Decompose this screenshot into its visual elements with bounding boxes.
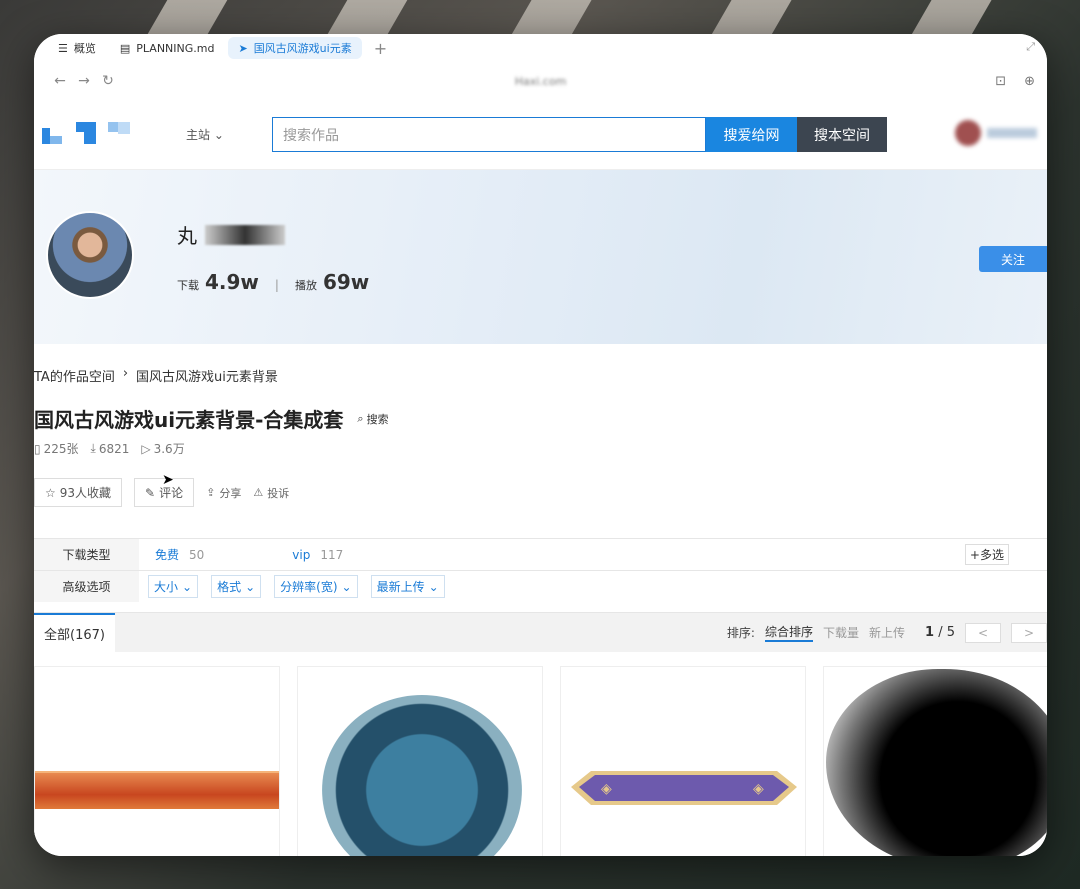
banner-bar-image xyxy=(35,771,279,809)
round-frame-image xyxy=(322,695,522,856)
search-site-button[interactable]: 搜爱给网 xyxy=(706,117,797,152)
profile-stats: 下载 4.9w | 播放 69w xyxy=(177,270,370,294)
screenshot-icon[interactable]: ⊡ xyxy=(995,74,1006,89)
asset-card[interactable] xyxy=(34,666,280,856)
download-icon: ⤓ xyxy=(90,441,96,455)
tab-all[interactable]: 全部(167) xyxy=(34,612,115,653)
search-icon: ⌕ xyxy=(357,411,364,425)
sort-comprehensive[interactable]: 综合排序 xyxy=(764,623,813,642)
prev-page-button[interactable]: < xyxy=(965,622,1001,643)
expand-icon[interactable]: ⤢ xyxy=(1026,40,1035,54)
forward-icon[interactable]: → xyxy=(72,73,96,89)
asset-card[interactable]: ◈ ◈ xyxy=(560,666,806,856)
asset-card[interactable] xyxy=(297,666,543,856)
purple-plaque-image: ◈ ◈ xyxy=(571,771,797,805)
search-link[interactable]: ⌕ 搜索 xyxy=(357,411,388,427)
mouse-cursor-icon: ➤ xyxy=(162,472,174,488)
search-bar: 搜索作品 搜爱给网 搜本空间 xyxy=(272,117,887,152)
new-tab-button[interactable]: + xyxy=(374,39,387,58)
filter-vip[interactable]: vip xyxy=(292,548,310,562)
report-button[interactable]: ⚠ 投诉 xyxy=(253,485,289,501)
user-menu[interactable] xyxy=(955,120,1037,146)
next-page-button[interactable]: > xyxy=(1011,622,1047,643)
svg-text:◈: ◈ xyxy=(601,781,612,797)
sort-bar: 全部(167) 排序: 综合排序 下载量 新上传 1 / 5 < > xyxy=(34,612,1047,653)
breadcrumb: TA的作品空间 › 国风古风游戏ui元素背景 xyxy=(34,366,278,385)
url-field[interactable]: Haxi.com xyxy=(515,75,567,88)
page-title: 国风古风游戏ui元素背景-合集成套 xyxy=(34,408,344,432)
user-name xyxy=(987,128,1037,138)
share-icon: ⇪ xyxy=(206,486,216,499)
site-header: 主站 ⌄ 搜索作品 搜爱给网 搜本空间 xyxy=(34,100,1047,170)
filters: 下载类型 免费 50 vip 117 +多选 高级选项 大小 ⌄ 格式 ⌄ 分辨率(… xyxy=(34,538,1047,602)
avatar xyxy=(955,120,981,146)
breadcrumb-current[interactable]: 国风古风游戏ui元素背景 xyxy=(136,366,278,385)
svg-text:◈: ◈ xyxy=(753,781,764,797)
document-icon: ▯ xyxy=(34,441,41,456)
file-icon: ▤ xyxy=(119,41,131,55)
tab-bar: ☰ 概览 ▤ PLANNING.md ➤ 国风古风游戏ui元素 + ⤢ xyxy=(34,34,1047,62)
collection-meta: ▯ 225张 ⤓ 6821 ▷ 3.6万 xyxy=(34,440,185,457)
filter-free[interactable]: 免费 xyxy=(155,546,179,563)
list-icon: ☰ xyxy=(58,41,68,55)
multi-select-button[interactable]: +多选 xyxy=(964,544,1009,565)
chevron-right-icon: › xyxy=(122,366,129,381)
favorite-button[interactable]: ☆ 93人收藏 xyxy=(34,478,123,507)
profile-banner: 丸 下载 4.9w | 播放 69w 关注 xyxy=(34,170,1047,344)
back-icon[interactable]: ← xyxy=(48,73,72,89)
profile-name: 丸 xyxy=(177,220,285,249)
title-row: 国风古风游戏ui元素背景-合集成套 ⌕ 搜索 xyxy=(34,404,389,433)
site-logo[interactable] xyxy=(42,122,132,146)
share-button[interactable]: ⇪ 分享 xyxy=(206,485,241,501)
main-site-dropdown[interactable]: 主站 ⌄ xyxy=(186,126,224,143)
download-count: ⤓ 6821 xyxy=(90,441,130,456)
warning-icon: ⚠ xyxy=(253,486,264,499)
tab-planning[interactable]: ▤ PLANNING.md xyxy=(110,39,225,58)
page-indicator: 1 / 5 xyxy=(925,625,955,640)
cursor-tab-icon: ➤ xyxy=(238,41,248,55)
star-icon: ☆ xyxy=(45,485,56,500)
sort-downloads[interactable]: 下载量 xyxy=(823,624,859,641)
resolution-dropdown[interactable]: 分辨率(宽) ⌄ xyxy=(274,575,358,598)
follow-button[interactable]: 关注 xyxy=(979,246,1047,272)
asset-card[interactable] xyxy=(823,666,1047,856)
tab-current[interactable]: ➤ 国风古风游戏ui元素 xyxy=(228,37,362,59)
tab-overview[interactable]: ☰ 概览 xyxy=(48,37,106,59)
add-icon[interactable]: ⊕ xyxy=(1024,74,1035,89)
reload-icon[interactable]: ↻ xyxy=(96,73,120,89)
view-count: ▷ 3.6万 xyxy=(141,441,185,457)
profile-avatar[interactable] xyxy=(46,211,134,299)
breadcrumb-parent[interactable]: TA的作品空间 xyxy=(34,366,115,385)
latest-upload-dropdown[interactable]: 最新上传 ⌄ xyxy=(370,575,445,598)
browser-window: ☰ 概览 ▤ PLANNING.md ➤ 国风古风游戏ui元素 + ⤢ ← → … xyxy=(34,34,1047,856)
redacted-name xyxy=(205,224,285,245)
file-count: ▯ 225张 xyxy=(34,441,79,457)
ink-splash-image xyxy=(826,669,1047,856)
size-dropdown[interactable]: 大小 ⌄ xyxy=(148,575,199,598)
advanced-options-row: 高级选项 大小 ⌄ 格式 ⌄ 分辨率(宽) ⌄ 最新上传 ⌄ xyxy=(34,570,1047,602)
sort-newest[interactable]: 新上传 xyxy=(869,624,905,641)
search-input[interactable]: 搜索作品 xyxy=(272,117,706,152)
search-space-button[interactable]: 搜本空间 xyxy=(797,117,887,152)
play-icon: ▷ xyxy=(141,441,151,456)
asset-grid: ◈ ◈ xyxy=(34,666,1047,856)
address-bar: ← → ↻ Haxi.com ⊡ ⊕ xyxy=(34,62,1047,100)
format-dropdown[interactable]: 格式 ⌄ xyxy=(211,575,262,598)
comment-icon: ✎ xyxy=(145,485,156,500)
download-type-row: 下载类型 免费 50 vip 117 +多选 xyxy=(34,538,1047,570)
